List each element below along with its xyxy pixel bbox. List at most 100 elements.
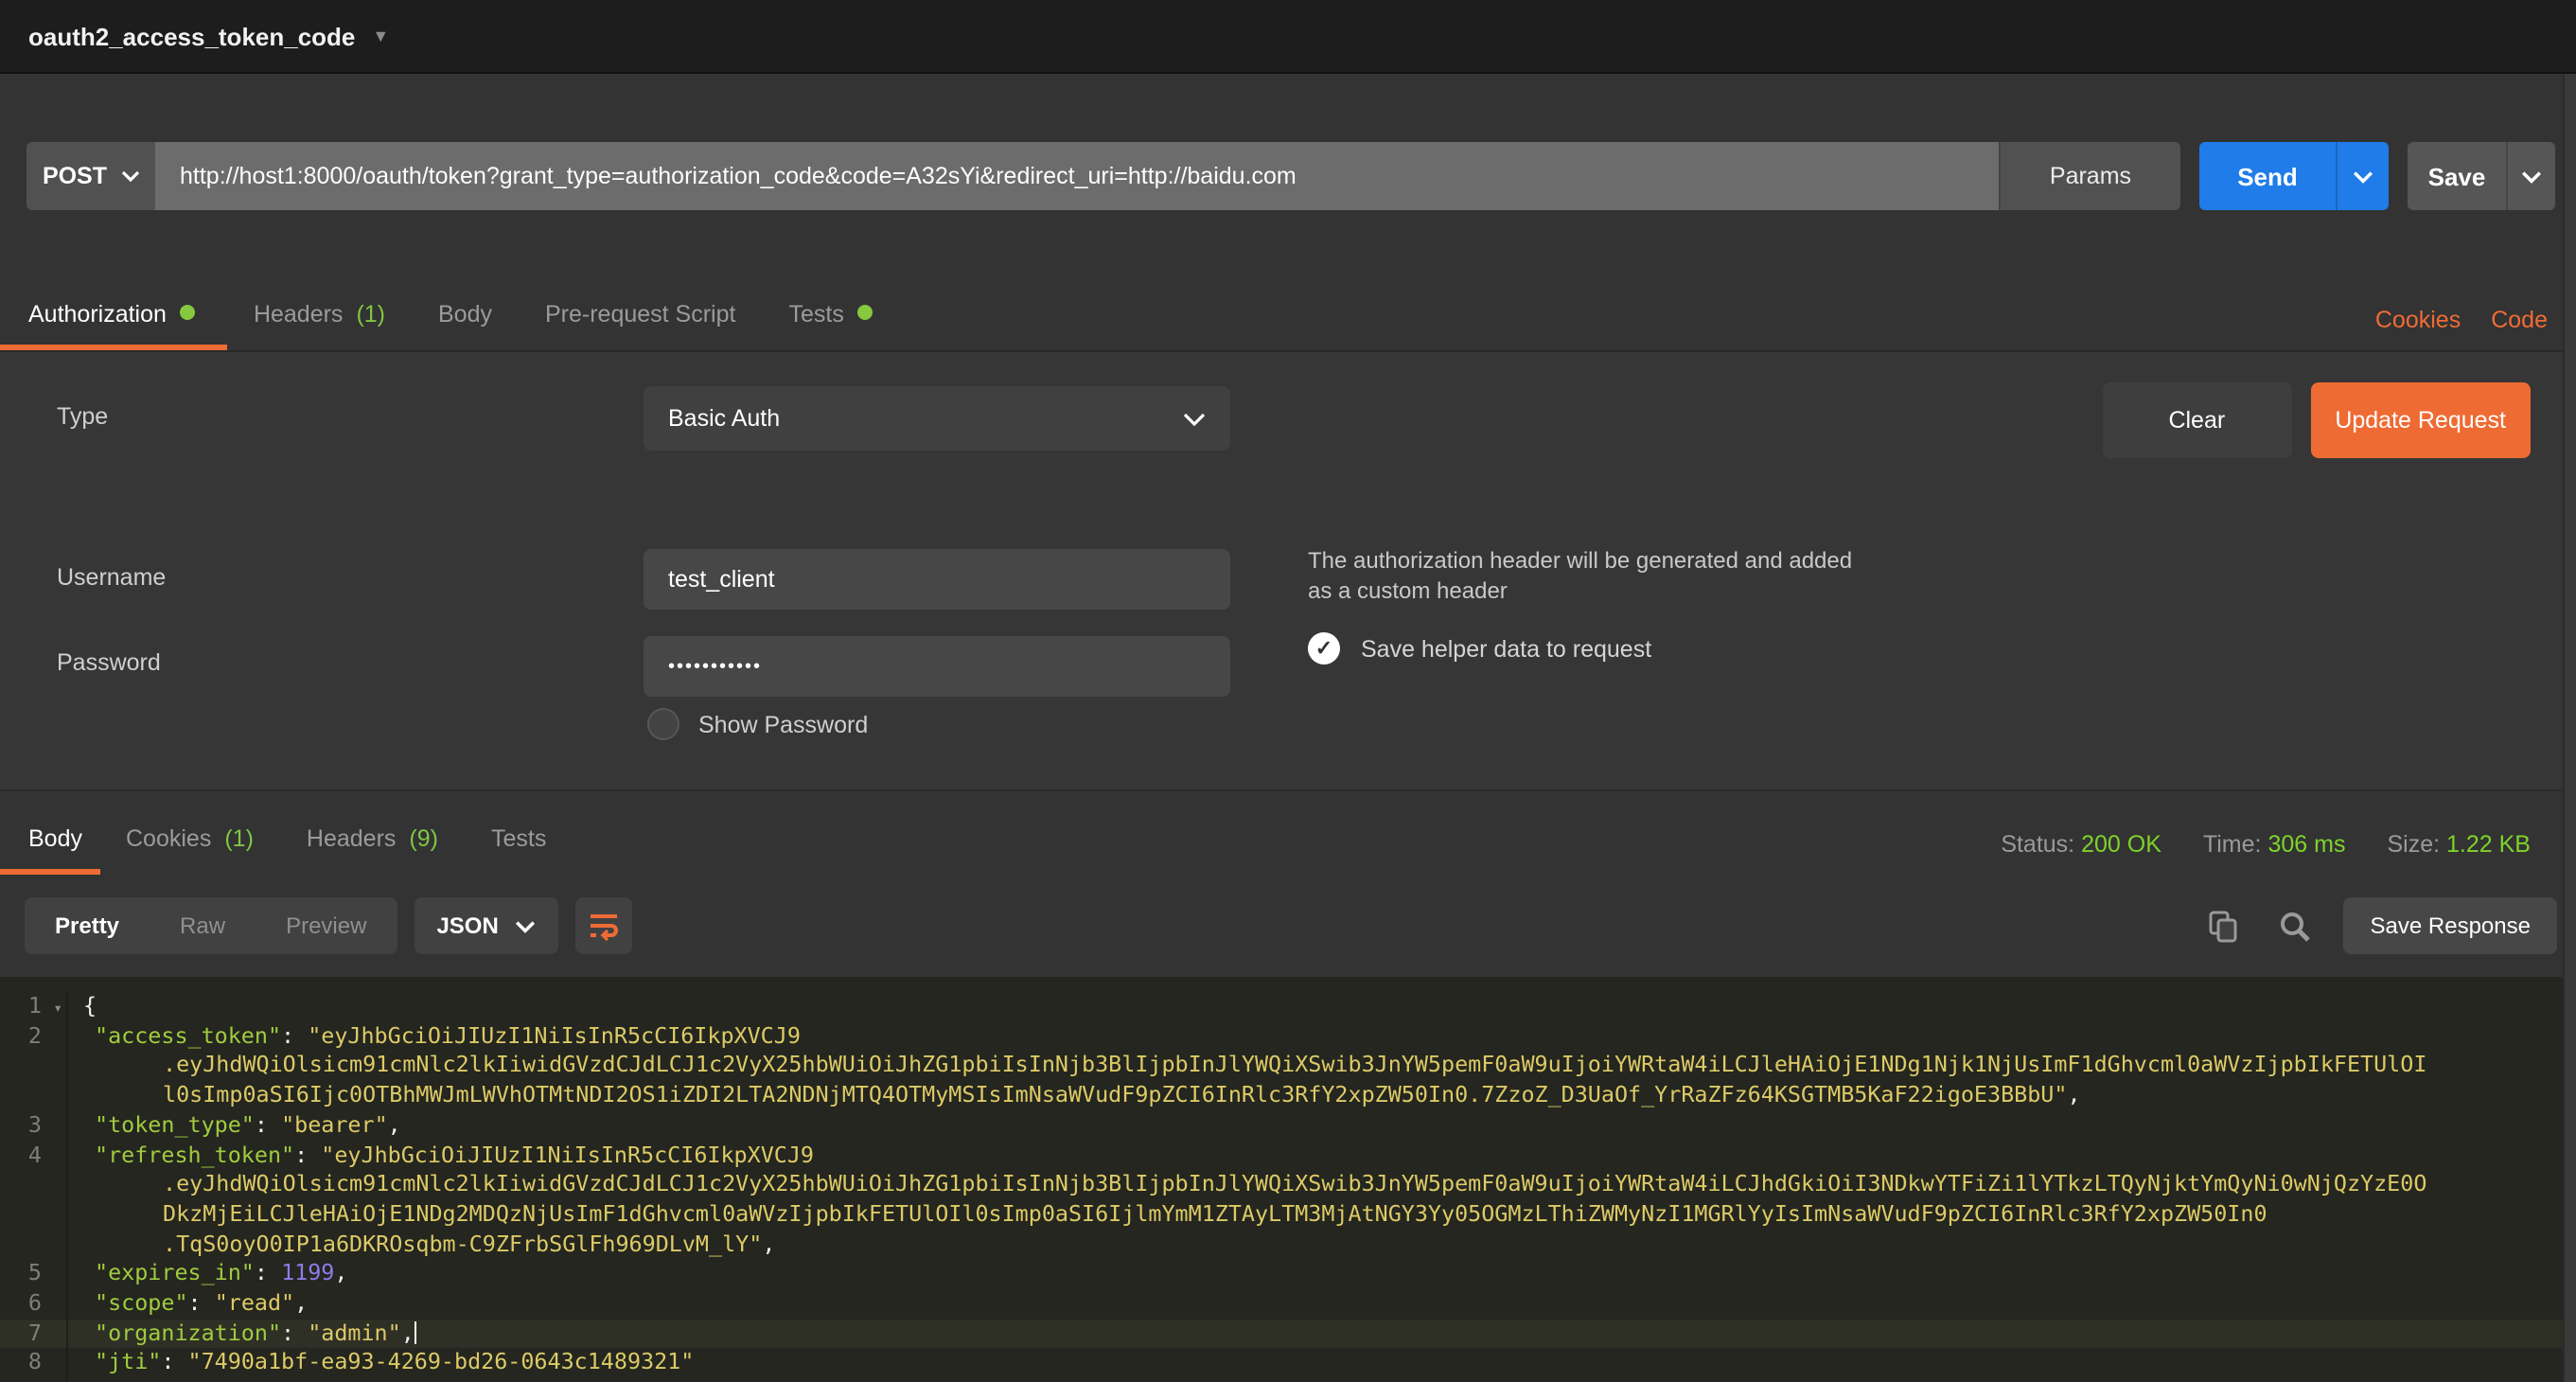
- line-number: [0, 1230, 68, 1259]
- line-number: 4: [0, 1141, 68, 1170]
- code-line-text: DkzMjEiLCJleHAiOjE1NDg2MDQzNjUsImF1dGhvc…: [68, 1200, 2267, 1230]
- auth-type-select[interactable]: Basic Auth: [644, 386, 1230, 451]
- view-mode-raw[interactable]: Raw: [150, 897, 256, 954]
- toolbar-right: Save Response: [2204, 897, 2557, 954]
- save-helper-label: Save helper data to request: [1361, 635, 1651, 662]
- line-number: [0, 1170, 68, 1199]
- method-caret-icon: [120, 170, 139, 182]
- code-line-text: "expires_in": 1199,: [68, 1260, 347, 1289]
- code-link[interactable]: Code: [2491, 295, 2548, 345]
- wrap-text-icon: [588, 911, 622, 941]
- postman-window: oauth2_access_token_code ▼ POST Params S…: [0, 0, 2576, 1382]
- send-options-button[interactable]: [2336, 142, 2389, 210]
- request-tab-title[interactable]: oauth2_access_token_code: [28, 22, 355, 50]
- code-row[interactable]: 2"access_token": "eyJhbGciOiJIUzI1NiIsIn…: [0, 1021, 2576, 1051]
- wrap-lines-button[interactable]: [576, 897, 633, 954]
- checkmark-icon[interactable]: ✓: [1308, 632, 1340, 664]
- text-cursor: [415, 1320, 417, 1343]
- clear-button[interactable]: Clear: [2102, 382, 2291, 458]
- code-row[interactable]: 6"scope": "read",: [0, 1289, 2576, 1319]
- response-tab-cookies[interactable]: Cookies(1): [99, 814, 280, 875]
- password-field[interactable]: [644, 636, 1230, 697]
- code-line-text: l0sImp0aSI6Ijc0OTBhMWJmLWVhOTMtNDI2OS1iZ…: [68, 1081, 2081, 1110]
- url-row: POST Params Send Save: [0, 74, 2576, 284]
- time-label: Time:: [2203, 831, 2262, 858]
- code-row[interactable]: l0sImp0aSI6Ijc0OTBhMWJmLWVhOTMtNDI2OS1iZ…: [0, 1081, 2576, 1110]
- url-input[interactable]: [155, 142, 1999, 210]
- save-caret-icon: [2521, 169, 2542, 183]
- type-caret-icon: [1183, 412, 1206, 425]
- format-value: JSON: [436, 912, 498, 939]
- code-row[interactable]: 7"organization": "admin",: [0, 1319, 2576, 1348]
- auth-helper-note: The authorization header will be generat…: [1308, 545, 1866, 606]
- tests-status-dot: [857, 305, 873, 320]
- request-title-bar: oauth2_access_token_code ▼: [0, 0, 2576, 74]
- time-value: 306 ms: [2267, 831, 2345, 858]
- view-mode-preview[interactable]: Preview: [256, 897, 397, 954]
- code-line-text: "token_type": "bearer",: [68, 1111, 401, 1141]
- show-password-label: Show Password: [698, 711, 868, 737]
- username-field[interactable]: [644, 549, 1230, 610]
- line-number: 5: [0, 1260, 68, 1289]
- save-response-button[interactable]: Save Response: [2344, 897, 2557, 954]
- tab-tests[interactable]: Tests: [762, 290, 898, 350]
- auth-type-value: Basic Auth: [668, 405, 1183, 432]
- code-row[interactable]: 3"token_type": "bearer",: [0, 1111, 2576, 1141]
- show-password-radio-icon[interactable]: [647, 708, 679, 740]
- type-label: Type: [57, 403, 108, 430]
- code-line-text: {: [68, 992, 97, 1021]
- save-button[interactable]: Save: [2408, 142, 2506, 210]
- save-options-button[interactable]: [2506, 142, 2555, 210]
- tab-pre-request-script[interactable]: Pre-request Script: [519, 290, 762, 350]
- response-body-editor[interactable]: 1▾{2"access_token": "eyJhbGciOiJIUzI1NiI…: [0, 977, 2576, 1382]
- code-row[interactable]: .eyJhdWQiOlsicm91cmNlc2lkIiwidGVzdCJdLCJ…: [0, 1170, 2576, 1199]
- line-number: [0, 1081, 68, 1110]
- size-label: Size:: [2387, 831, 2440, 858]
- cookies-link[interactable]: Cookies: [2375, 295, 2461, 345]
- response-meta: Status: 200 OK Time: 306 ms Size: 1.22 K…: [2001, 814, 2576, 875]
- code-row[interactable]: 4"refresh_token": "eyJhbGciOiJIUzI1NiIsI…: [0, 1141, 2576, 1170]
- code-row[interactable]: 1▾{: [0, 992, 2576, 1021]
- response-tabs: Body Cookies(1) Headers(9) Tests Status:…: [0, 789, 2576, 875]
- response-tab-body[interactable]: Body: [0, 814, 99, 875]
- line-number: 2: [0, 1021, 68, 1051]
- send-button[interactable]: Send: [2199, 142, 2336, 210]
- save-helper-checkbox[interactable]: ✓ Save helper data to request: [1308, 632, 1651, 664]
- view-mode-pretty[interactable]: Pretty: [25, 897, 150, 954]
- tab-authorization[interactable]: Authorization: [0, 290, 227, 350]
- code-lines: 1▾{2"access_token": "eyJhbGciOiJIUzI1NiI…: [0, 992, 2576, 1382]
- code-line-text: }: [68, 1378, 97, 1382]
- code-row[interactable]: .eyJhdWQiOlsicm91cmNlc2lkIiwidGVzdCJdLCJ…: [0, 1052, 2576, 1081]
- fold-icon[interactable]: ▾: [53, 994, 62, 1023]
- code-row[interactable]: 5"expires_in": 1199,: [0, 1260, 2576, 1289]
- tab-caret-icon[interactable]: ▼: [372, 27, 389, 45]
- search-button[interactable]: [2274, 905, 2316, 947]
- code-line-text: "jti": "7490a1bf-ea93-4269-bd26-0643c148…: [68, 1349, 694, 1378]
- method-select[interactable]: POST: [26, 142, 155, 210]
- params-button[interactable]: Params: [1999, 142, 2180, 210]
- code-line-text: .eyJhdWQiOlsicm91cmNlc2lkIiwidGVzdCJdLCJ…: [68, 1170, 2426, 1199]
- code-row[interactable]: DkzMjEiLCJleHAiOjE1NDg2MDQzNjUsImF1dGhvc…: [0, 1200, 2576, 1230]
- scrollbar[interactable]: [2563, 74, 2576, 1382]
- format-select[interactable]: JSON: [414, 897, 558, 954]
- show-password-toggle[interactable]: Show Password: [647, 708, 868, 740]
- password-label: Password: [57, 649, 161, 676]
- code-row[interactable]: 8"jti": "7490a1bf-ea93-4269-bd26-0643c14…: [0, 1349, 2576, 1378]
- line-number: [0, 1200, 68, 1230]
- code-row[interactable]: .TqS0oyO0IP1a6DKROsqbm-C9ZFrbSGlFh969DLv…: [0, 1230, 2576, 1259]
- view-mode-group: Pretty Raw Preview: [25, 897, 397, 954]
- search-icon: [2279, 910, 2311, 942]
- tab-headers[interactable]: Headers(1): [227, 290, 412, 350]
- update-request-button[interactable]: Update Request: [2310, 382, 2531, 458]
- line-number: 7: [0, 1319, 68, 1348]
- response-tab-tests[interactable]: Tests: [465, 814, 573, 875]
- request-links: Cookies Code: [2375, 290, 2576, 350]
- tab-body[interactable]: Body: [412, 290, 519, 350]
- code-row[interactable]: 9}: [0, 1378, 2576, 1382]
- send-caret-icon: [2353, 169, 2373, 183]
- line-number: 3: [0, 1111, 68, 1141]
- code-line-text: "refresh_token": "eyJhbGciOiJIUzI1NiIsIn…: [68, 1141, 814, 1170]
- send-button-group: Send: [2199, 142, 2389, 210]
- copy-button[interactable]: [2204, 905, 2246, 947]
- response-tab-headers[interactable]: Headers(9): [280, 814, 465, 875]
